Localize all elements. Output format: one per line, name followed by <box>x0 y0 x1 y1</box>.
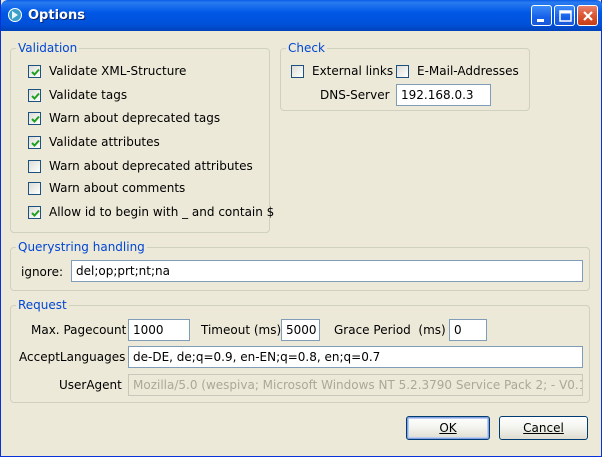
checkbox-label: E-Mail-Addresses <box>417 64 519 78</box>
accept-languages-input[interactable]: de-DE, de;q=0.9, en-EN;q=0.8, en;q=0.7 <box>128 346 583 368</box>
warn-deprecated-attributes-checkbox[interactable]: Warn about deprecated attributes <box>28 158 253 174</box>
warn-comments-checkbox[interactable]: Warn about comments <box>28 180 185 196</box>
querystring-legend: Querystring handling <box>16 240 147 254</box>
ignore-input[interactable]: del;op;prt;nt;na <box>71 260 583 282</box>
grace-period-input[interactable]: 0 <box>449 319 487 341</box>
grace-period-label: Grace Period (ms) <box>334 323 446 337</box>
max-pagecount-label: Max. Pagecount <box>31 323 127 337</box>
cancel-button-label: Cancel <box>523 421 564 435</box>
max-pagecount-input[interactable]: 1000 <box>128 319 190 341</box>
checkbox-box[interactable] <box>396 64 409 78</box>
user-agent-input[interactable]: Mozilla/5.0 (wespiva; Microsoft Windows … <box>128 374 583 396</box>
title-bar[interactable]: Options <box>1 0 602 31</box>
checkmark-icon <box>31 115 40 123</box>
maximize-button[interactable] <box>554 5 575 26</box>
options-dialog: Options Validation Validate XML-Structur… <box>0 0 602 457</box>
checkmark-icon <box>31 209 40 217</box>
window-title: Options <box>28 8 85 23</box>
check-legend: Check <box>286 41 327 55</box>
checkbox-box[interactable] <box>28 64 41 78</box>
checkbox-label: Allow id to begin with _ and contain $ <box>49 205 275 219</box>
checkmark-icon <box>31 92 40 100</box>
checkbox-label: External links <box>312 64 394 78</box>
checkbox-label: Validate tags <box>49 88 128 102</box>
checkbox-box[interactable] <box>28 88 41 102</box>
checkbox-label: Validate attributes <box>49 135 160 149</box>
minimize-button[interactable] <box>531 5 552 26</box>
checkbox-box[interactable] <box>28 205 41 219</box>
close-button[interactable] <box>577 5 598 26</box>
allow-id-checkbox[interactable]: Allow id to begin with _ and contain $ <box>28 204 274 220</box>
dns-server-input[interactable]: 192.168.0.3 <box>396 84 491 106</box>
checkbox-box[interactable] <box>28 181 41 195</box>
cancel-button[interactable]: Cancel <box>499 416 588 440</box>
timeout-input[interactable]: 5000 <box>281 319 320 341</box>
request-legend: Request <box>16 298 69 312</box>
checkbox-box[interactable] <box>28 135 41 149</box>
checkbox-label: Warn about deprecated attributes <box>49 159 253 173</box>
warn-deprecated-tags-checkbox[interactable]: Warn about deprecated tags <box>28 110 220 126</box>
checkbox-label: Warn about comments <box>49 181 186 195</box>
checkmark-icon <box>31 139 40 147</box>
minimize-icon <box>537 19 544 22</box>
checkmark-icon <box>31 68 40 76</box>
maximize-icon <box>559 10 572 22</box>
checkbox-box[interactable] <box>28 111 41 125</box>
ignore-label: ignore: <box>21 265 63 279</box>
app-icon <box>7 7 23 23</box>
checkbox-label: Validate XML-Structure <box>49 64 187 78</box>
close-icon <box>583 11 593 21</box>
dns-server-label: DNS-Server <box>320 88 390 102</box>
validate-xml-structure-checkbox[interactable]: Validate XML-Structure <box>28 63 186 79</box>
email-addresses-checkbox[interactable]: E-Mail-Addresses <box>396 63 519 79</box>
ok-button[interactable]: OK <box>406 416 490 440</box>
accept-languages-label: AcceptLanguages <box>19 350 126 364</box>
user-agent-label: UserAgent <box>59 378 122 392</box>
checkbox-label: Warn about deprecated tags <box>49 111 221 125</box>
timeout-label: Timeout (ms) <box>201 323 282 337</box>
validate-attributes-checkbox[interactable]: Validate attributes <box>28 134 160 150</box>
external-links-checkbox[interactable]: External links <box>291 63 393 79</box>
validate-tags-checkbox[interactable]: Validate tags <box>28 87 127 103</box>
checkbox-box[interactable] <box>28 159 41 173</box>
ok-button-label: OK <box>439 421 457 435</box>
checkbox-box[interactable] <box>291 64 304 78</box>
validation-legend: Validation <box>16 41 80 55</box>
